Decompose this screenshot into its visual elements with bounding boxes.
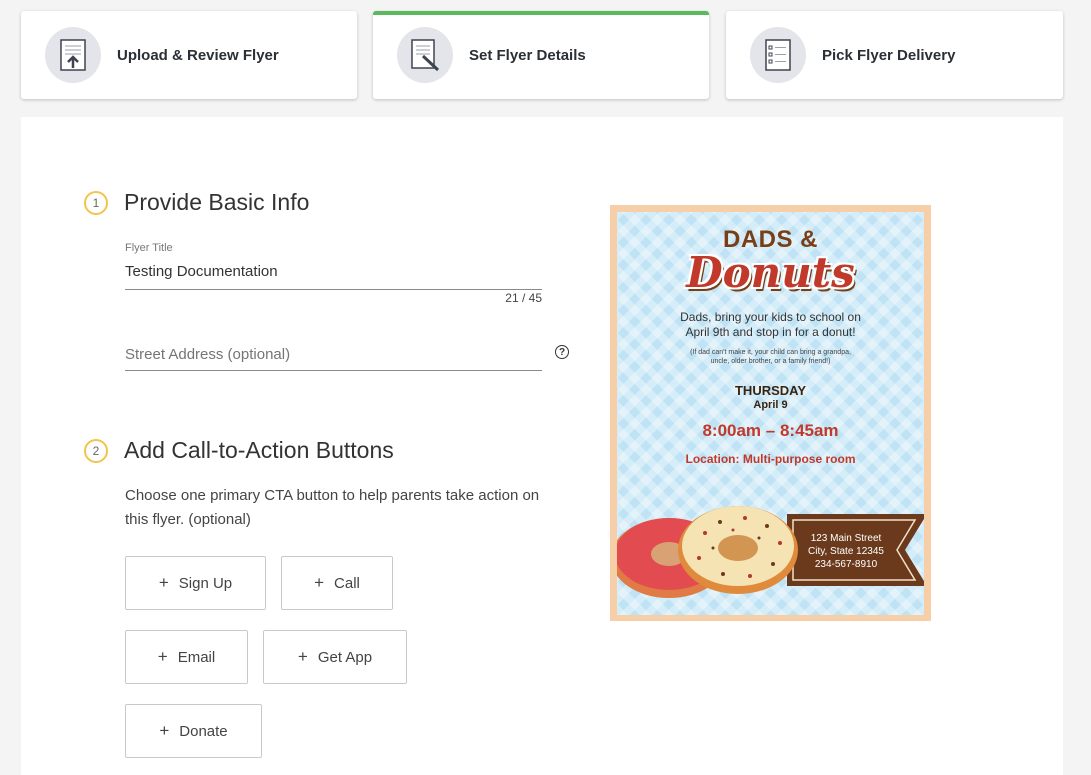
donate-button[interactable]: + Donate [125,704,262,758]
button-label: Call [334,574,360,592]
step-label: Pick Flyer Delivery [822,46,956,64]
flyer-day: THURSDAY [734,383,807,398]
flyer-address: 123 Main Street City, State 12345 234-56… [793,532,899,571]
upload-document-icon [45,27,101,83]
flyer-text-line: Dads, bring your kids to school on [680,310,861,324]
step-pick-delivery[interactable]: Pick Flyer Delivery [726,11,1063,99]
flyer-location: Location: Multi-purpose room [685,452,856,466]
button-label: Get App [317,648,373,666]
flyer-date: April 9 [753,399,788,411]
flyer-small-line: (If dad can't make it, your child can br… [690,349,851,356]
step-number-badge: 1 [84,190,108,215]
address-line: City, State 12345 [808,546,884,557]
wizard-steps: Upload & Review Flyer Set Flyer Details [21,11,1063,100]
details-panel: 1 Provide Basic Info Flyer Title Testing… [21,117,1063,775]
character-counter: 21 / 45 [505,291,542,305]
cta-description: Choose one primary CTA button to help pa… [125,487,540,528]
step-upload-review[interactable]: Upload & Review Flyer [21,11,357,99]
street-address-underline [125,370,542,371]
flyer-preview: DADS & Donuts Dads, bring your kids to s… [610,205,931,621]
flyer-script-title: Donuts [686,248,855,297]
plus-icon: + [159,721,170,740]
flyer-time: 8:00am – 8:45am [702,421,839,440]
flyer-title-label: Flyer Title [125,242,173,254]
edit-document-icon [397,27,453,83]
call-button[interactable]: + Call [281,556,393,610]
button-label: Donate [179,722,228,740]
flyer-title-input[interactable]: Testing Documentation [125,263,278,280]
checklist-icon [750,27,806,83]
step-number-badge: 2 [84,438,108,463]
flyer-title-underline [125,289,542,290]
help-icon[interactable]: ? [555,345,569,359]
sign-up-button[interactable]: + Sign Up [125,556,266,610]
step-set-details[interactable]: Set Flyer Details [373,11,709,99]
flyer-small-text: (If dad can't make it, your child can br… [617,348,924,366]
flyer-image: DADS & Donuts Dads, bring your kids to s… [617,212,924,615]
sprinkle-donut-icon [678,506,798,594]
plus-icon: + [158,573,169,592]
section-title: Add Call-to-Action Buttons [124,437,394,463]
section-cta-header: 2 Add Call-to-Action Buttons [84,437,394,464]
section-basic-info-header: 1 Provide Basic Info [84,189,309,216]
button-label: Email [177,648,216,666]
button-label: Sign Up [178,574,233,592]
step-label: Upload & Review Flyer [117,46,279,64]
plus-icon: + [314,573,325,592]
street-address-input[interactable]: Street Address (optional) [125,346,290,363]
address-line: 123 Main Street [810,533,882,544]
plus-icon: + [157,647,168,666]
step-label: Set Flyer Details [469,46,586,64]
email-button[interactable]: + Email [125,630,248,684]
get-app-button[interactable]: + Get App [263,630,407,684]
flyer-text-line: April 9th and stop in for a donut! [685,325,856,339]
plus-icon: + [297,647,308,666]
section-title: Provide Basic Info [124,189,310,215]
flyer-small-line: uncle, older brother, or a family friend… [710,358,831,365]
address-phone: 234-567-8910 [814,559,878,570]
